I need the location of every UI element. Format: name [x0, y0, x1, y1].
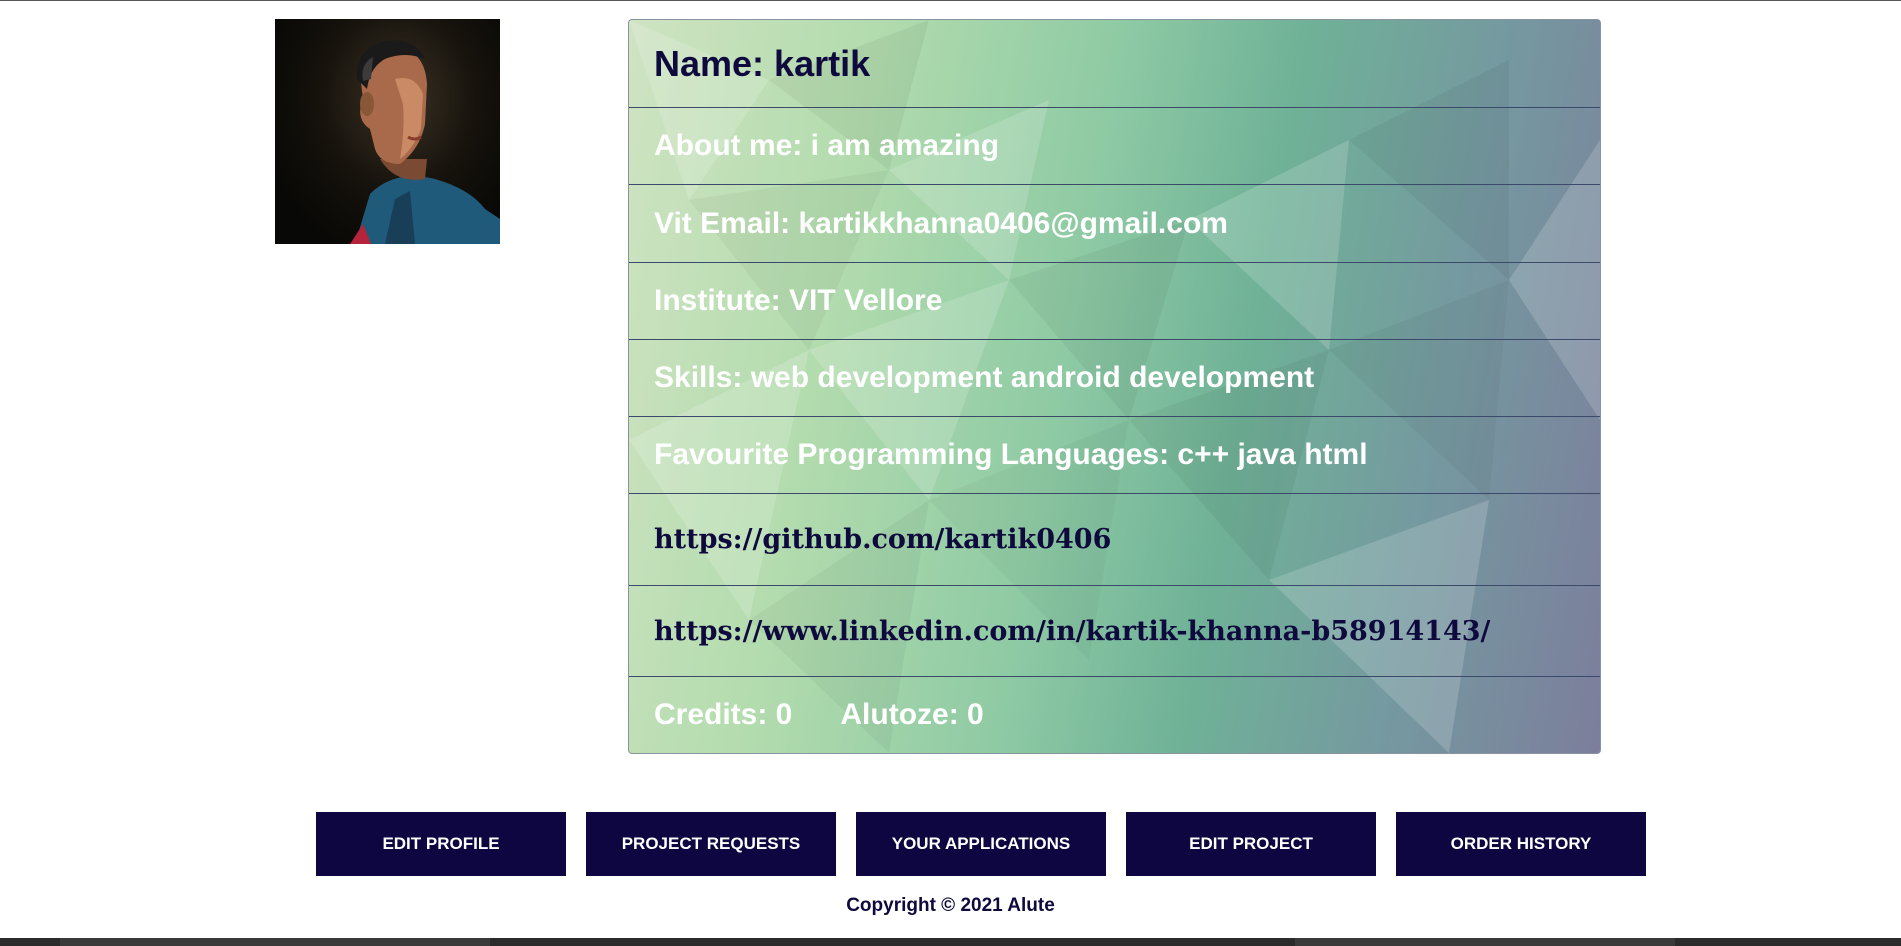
linkedin-link[interactable]: https://www.linkedin.com/in/kartik-khann…	[629, 586, 1600, 677]
profile-avatar	[275, 19, 500, 244]
credits-value: Credits: 0	[654, 698, 793, 731]
edit-project-button[interactable]: EDIT PROJECT	[1126, 812, 1376, 876]
project-requests-button[interactable]: PROJECT REQUESTS	[586, 812, 836, 876]
github-link[interactable]: https://github.com/kartik0406	[629, 494, 1600, 586]
top-border	[0, 0, 1901, 1]
alutoze-value: Alutoze: 0	[840, 698, 984, 731]
profile-name: Name: kartik	[629, 20, 1600, 108]
edit-profile-button[interactable]: EDIT PROFILE	[316, 812, 566, 876]
copyright-text: Copyright © 2021 Alute	[846, 895, 1055, 916]
profile-card: Name: kartik About me: i am amazing Vit …	[628, 19, 1601, 754]
bottom-taskbar-strip	[0, 938, 1901, 946]
profile-email: Vit Email: kartikkhanna0406@gmail.com	[629, 185, 1600, 263]
credits-row: Credits: 0 Alutoze: 0	[629, 677, 1600, 753]
order-history-button[interactable]: ORDER HISTORY	[1396, 812, 1646, 876]
profile-about: About me: i am amazing	[629, 108, 1600, 185]
avatar-portrait-graphic	[350, 40, 500, 244]
profile-languages: Favourite Programming Languages: c++ jav…	[629, 417, 1600, 494]
profile-skills: Skills: web development android developm…	[629, 340, 1600, 417]
profile-institute: Institute: VIT Vellore	[629, 263, 1600, 340]
your-applications-button[interactable]: YOUR APPLICATIONS	[856, 812, 1106, 876]
